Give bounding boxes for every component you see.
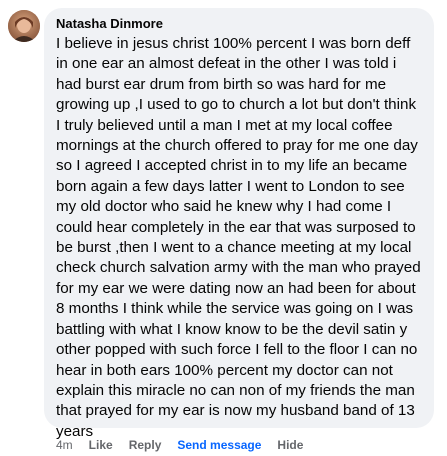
comment-actions: 4m Like Reply Send message Hide [56, 437, 319, 453]
avatar[interactable] [8, 10, 40, 42]
profile-photo-icon [8, 10, 40, 42]
comment: Natasha Dinmore I believe in jesus chris… [0, 0, 447, 456]
comment-text: I believe in jesus christ 100% percent I… [56, 35, 421, 440]
send-message-button[interactable]: Send message [177, 438, 261, 452]
reply-button[interactable]: Reply [129, 438, 162, 452]
hide-button[interactable]: Hide [277, 438, 303, 452]
comment-timestamp[interactable]: 4m [56, 438, 73, 452]
comment-author[interactable]: Natasha Dinmore [56, 15, 424, 32]
like-button[interactable]: Like [89, 438, 113, 452]
comment-bubble: Natasha Dinmore I believe in jesus chris… [44, 8, 434, 440]
